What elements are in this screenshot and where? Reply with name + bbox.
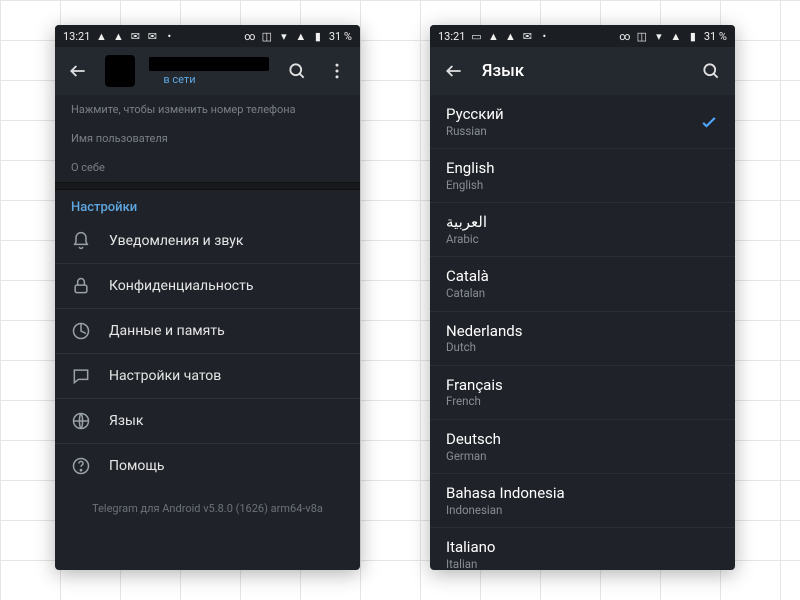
search-button[interactable] [697, 57, 725, 85]
language-row[interactable]: CatalàCatalan [430, 257, 735, 311]
language-name: Nederlands [446, 322, 719, 341]
phone-caption: Нажмите, чтобы изменить номер телефона [71, 103, 344, 116]
setting-label: Помощь [109, 458, 165, 474]
language-row[interactable]: DeutschGerman [430, 420, 735, 474]
setting-row-data[interactable]: Данные и память [55, 309, 360, 354]
language-name: English [446, 159, 719, 178]
username-row[interactable]: Имя пользователя [55, 124, 360, 153]
mail-icon: ✉ [521, 30, 533, 42]
signal-icon: ▲ [295, 30, 307, 42]
language-row[interactable]: Bahasa IndonesiaIndonesian [430, 474, 735, 528]
app-bar: Язык [430, 47, 735, 95]
mail-icon: ✉ [146, 30, 158, 42]
language-subtitle: Italian [446, 557, 719, 570]
language-row[interactable]: FrançaisFrench [430, 366, 735, 420]
language-name: Русский [446, 105, 699, 124]
language-name: العربية [446, 213, 719, 232]
wifi-icon: ▾ [278, 30, 290, 42]
vpn-icon: ∞ [244, 30, 256, 42]
data-icon [71, 321, 91, 341]
vibrate-icon: ◫ [261, 30, 273, 42]
language-icon [71, 411, 91, 431]
search-button[interactable] [283, 57, 309, 85]
status-time: 13:21 [63, 30, 90, 43]
language-subtitle: English [446, 178, 719, 192]
warning-icon: ▲ [504, 30, 516, 42]
notifications-icon [71, 231, 91, 251]
dot-icon: • [538, 30, 550, 42]
language-subtitle: German [446, 449, 719, 463]
back-button[interactable] [440, 57, 468, 85]
language-name: Català [446, 267, 719, 286]
more-button[interactable] [324, 57, 350, 85]
app-bar: в сети [55, 47, 360, 95]
status-time: 13:21 [438, 30, 465, 43]
vibrate-icon: ◫ [636, 30, 648, 42]
language-name: Italiano [446, 538, 719, 557]
avatar-redacted [105, 55, 135, 87]
help-icon [71, 456, 91, 476]
setting-label: Данные и память [109, 323, 225, 339]
language-subtitle: Dutch [446, 340, 719, 354]
language-name: Bahasa Indonesia [446, 484, 719, 503]
language-list[interactable]: РусскийRussianEnglishEnglishالعربيةArabi… [430, 95, 735, 570]
setting-label: Язык [109, 413, 143, 429]
setting-row-chats[interactable]: Настройки чатов [55, 354, 360, 399]
language-row[interactable]: ItalianoItalian [430, 528, 735, 570]
phone-number-row[interactable]: Нажмите, чтобы изменить номер телефона [55, 95, 360, 124]
status-battery: 31 % [329, 30, 352, 43]
version-footer: Telegram для Android v5.8.0 (1626) arm64… [55, 488, 360, 529]
setting-label: Конфиденциальность [109, 278, 253, 294]
status-battery: 31 % [704, 30, 727, 43]
profile-status: в сети [149, 73, 269, 86]
status-bar: 13:21 ▭ ▲ ▲ ✉ • ∞ ◫ ▾ ▲ ▮ 31 % [430, 25, 735, 47]
language-subtitle: Indonesian [446, 503, 719, 517]
warning-icon: ▲ [95, 30, 107, 42]
status-bar: 13:21 ▲ ▲ ✉ ✉ • ∞ ◫ ▾ ▲ ▮ 31 % [55, 25, 360, 47]
section-divider [55, 182, 360, 190]
check-icon [699, 112, 719, 132]
language-subtitle: French [446, 394, 719, 408]
setting-label: Уведомления и звук [109, 233, 243, 249]
phone-settings: 13:21 ▲ ▲ ✉ ✉ • ∞ ◫ ▾ ▲ ▮ 31 % [55, 25, 360, 570]
back-button[interactable] [65, 57, 91, 85]
page-title: Язык [482, 61, 683, 81]
language-row[interactable]: العربيةArabic [430, 203, 735, 257]
setting-label: Настройки чатов [109, 368, 221, 384]
bio-row[interactable]: О себе [55, 153, 360, 182]
privacy-icon [71, 276, 91, 296]
dot-icon: • [163, 30, 175, 42]
phone-language: 13:21 ▭ ▲ ▲ ✉ • ∞ ◫ ▾ ▲ ▮ 31 % Язык [430, 25, 735, 570]
setting-row-notifications[interactable]: Уведомления и звук [55, 219, 360, 264]
warning-icon: ▲ [487, 30, 499, 42]
battery-icon: ▮ [312, 30, 324, 42]
language-subtitle: Catalan [446, 286, 719, 300]
bio-caption: О себе [71, 161, 344, 174]
warning-icon: ▲ [112, 30, 124, 42]
language-row[interactable]: EnglishEnglish [430, 149, 735, 203]
settings-section-title: Настройки [55, 190, 360, 219]
language-subtitle: Arabic [446, 232, 719, 246]
username-caption: Имя пользователя [71, 132, 344, 145]
setting-row-language[interactable]: Язык [55, 399, 360, 444]
language-subtitle: Russian [446, 124, 699, 138]
setting-row-privacy[interactable]: Конфиденциальность [55, 264, 360, 309]
vpn-icon: ∞ [619, 30, 631, 42]
language-row[interactable]: РусскийRussian [430, 95, 735, 149]
mail-icon: ✉ [129, 30, 141, 42]
language-name: Français [446, 376, 719, 395]
wifi-icon: ▾ [653, 30, 665, 42]
profile-name-redacted [149, 57, 269, 71]
setting-row-help[interactable]: Помощь [55, 444, 360, 488]
screenshot-icon: ▭ [470, 30, 482, 42]
chats-icon [71, 366, 91, 386]
battery-icon: ▮ [687, 30, 699, 42]
language-row[interactable]: NederlandsDutch [430, 312, 735, 366]
signal-icon: ▲ [670, 30, 682, 42]
language-name: Deutsch [446, 430, 719, 449]
